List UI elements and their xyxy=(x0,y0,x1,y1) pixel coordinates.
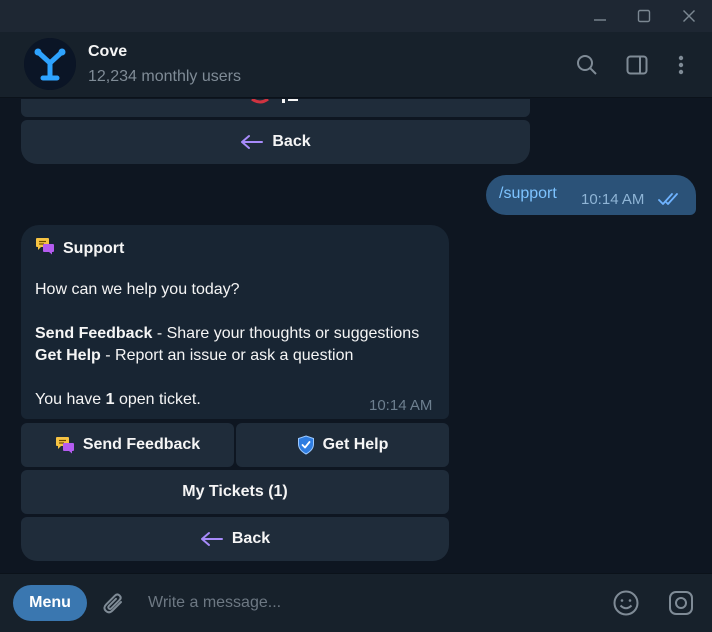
maximize-button[interactable] xyxy=(621,0,667,32)
send-feedback-button[interactable]: Send Feedback xyxy=(21,423,234,467)
arrow-left-icon xyxy=(240,134,264,150)
get-help-label: Get Help xyxy=(322,436,389,453)
incoming-message[interactable]: Support How can we help you today? Send … xyxy=(21,225,449,419)
menu-label: Menu xyxy=(29,594,71,611)
double-check-icon xyxy=(658,192,684,211)
cove-logo-icon xyxy=(24,38,76,90)
my-tickets-label: My Tickets (1) xyxy=(182,483,288,500)
camera-button[interactable] xyxy=(665,587,697,619)
close-button[interactable] xyxy=(666,0,712,32)
sidebar-panel-icon xyxy=(626,55,648,75)
ticket-suffix: open ticket. xyxy=(114,391,201,408)
my-tickets-button[interactable]: My Tickets (1) xyxy=(21,470,449,514)
minimize-icon xyxy=(594,19,606,21)
ticket-prefix: You have xyxy=(35,391,106,408)
more-vertical-icon xyxy=(678,55,684,75)
help-line: Get Help - Report an issue or ask a ques… xyxy=(35,347,353,365)
search-icon xyxy=(577,55,597,75)
chat-header[interactable]: Cove 12,234 monthly users xyxy=(0,32,712,98)
speech-bubbles-icon xyxy=(55,436,75,454)
smiley-icon xyxy=(613,590,639,616)
incoming-time: 10:14 AM xyxy=(369,397,433,414)
back-button[interactable]: Back xyxy=(21,517,449,561)
arrow-left-icon xyxy=(200,531,224,547)
feedback-desc: - Share your thoughts or suggestions xyxy=(152,325,420,342)
more-options-button[interactable] xyxy=(666,50,696,80)
minimize-button[interactable] xyxy=(577,0,623,32)
maximize-icon xyxy=(637,9,651,23)
search-button[interactable] xyxy=(572,50,602,80)
ticket-line: You have 1 open ticket. xyxy=(35,391,201,409)
feedback-line: Send Feedback - Share your thoughts or s… xyxy=(35,325,419,343)
message-list[interactable]: Back /support 10:14 AM Support How can w… xyxy=(0,99,712,573)
feedback-bold: Send Feedback xyxy=(35,325,153,342)
back-label: Back xyxy=(231,530,271,547)
outgoing-time: 10:14 AM xyxy=(581,191,645,208)
partial-emoji-icon xyxy=(246,99,306,107)
send-feedback-label: Send Feedback xyxy=(82,436,201,453)
camera-icon xyxy=(669,591,693,615)
help-bold: Get Help xyxy=(35,347,101,364)
support-title: Support xyxy=(63,239,125,257)
chat-subtitle: 12,234 monthly users xyxy=(88,68,241,85)
prev-back-label: Back xyxy=(272,133,311,150)
bot-menu-button[interactable]: Menu xyxy=(13,585,87,621)
support-title-row: Support xyxy=(35,237,124,260)
emoji-button[interactable] xyxy=(610,587,642,619)
outgoing-command-text[interactable]: /support xyxy=(499,185,557,203)
avatar[interactable] xyxy=(24,38,76,90)
prev-back-button[interactable]: Back xyxy=(21,120,530,164)
title-bar xyxy=(0,0,712,32)
sidebar-toggle-button[interactable] xyxy=(622,50,652,80)
close-icon xyxy=(683,10,695,22)
intro-text: How can we help you today? xyxy=(35,281,240,298)
prev-keyboard-button-partial[interactable] xyxy=(21,99,530,117)
message-composer: Menu xyxy=(0,573,712,632)
speech-bubbles-icon xyxy=(35,237,55,260)
message-input[interactable] xyxy=(148,589,588,617)
outgoing-message[interactable]: /support 10:14 AM xyxy=(486,175,696,215)
paperclip-icon xyxy=(103,593,122,614)
help-desc: - Report an issue or ask a question xyxy=(100,347,354,364)
chat-title: Cove xyxy=(88,43,128,60)
get-help-button[interactable]: Get Help xyxy=(236,423,449,467)
shield-check-icon xyxy=(297,435,315,455)
ticket-count: 1 xyxy=(105,391,115,408)
attach-button[interactable] xyxy=(98,588,130,620)
telegram-window: Cove 12,234 monthly users Back /support … xyxy=(0,0,712,632)
